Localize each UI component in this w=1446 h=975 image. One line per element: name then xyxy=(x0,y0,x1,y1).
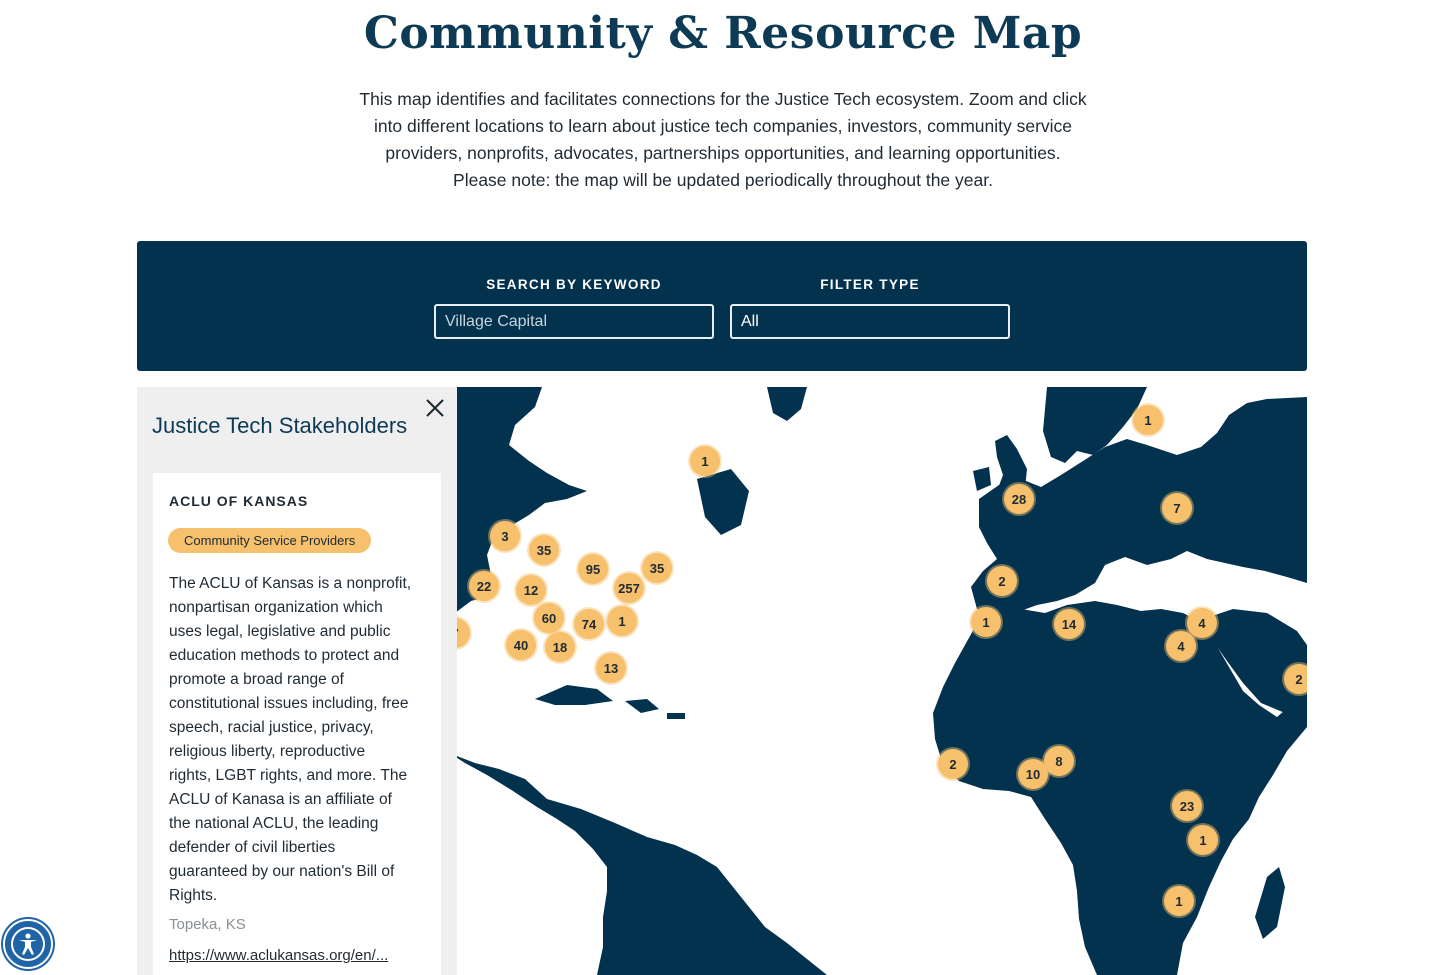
keyword-filter: SEARCH BY KEYWORD xyxy=(434,277,714,339)
map-cluster-marker[interactable]: 10 xyxy=(1018,759,1048,789)
description-line: nonpartisan organization which xyxy=(169,599,383,616)
type-filter: FILTER TYPE All xyxy=(730,277,1010,339)
stakeholder-card: ACLU OF KANSAS Community Service Provide… xyxy=(153,473,441,975)
filter-type-label: FILTER TYPE xyxy=(820,277,920,292)
stakeholder-location: Topeka, KS xyxy=(169,916,246,933)
description-line: ACLU of Kanasa is an affiliate of xyxy=(169,791,392,808)
close-button[interactable] xyxy=(424,397,446,419)
map-cluster-marker[interactable]: 14 xyxy=(1054,609,1084,639)
accessibility-icon[interactable] xyxy=(5,921,51,967)
map-cluster-marker[interactable]: 8 xyxy=(1044,746,1074,776)
map-cluster-marker[interactable]: 28 xyxy=(1004,484,1034,514)
map-cluster-marker[interactable]: 2 xyxy=(987,566,1017,596)
map-cluster-marker[interactable]: 95 xyxy=(578,554,608,584)
description-line: The ACLU of Kansas is a nonprofit, xyxy=(169,575,412,592)
sidebar-title: Justice Tech Stakeholders xyxy=(152,413,408,438)
intro-text: This map identifies and facilitates conn… xyxy=(333,86,1113,194)
page-title: Community & Resource Map xyxy=(363,8,1083,59)
map-cluster-marker[interactable]: 1 xyxy=(971,607,1001,637)
stakeholder-description: The ACLU of Kansas is a nonprofit, nonpa… xyxy=(169,572,427,908)
description-line: guaranteed by our nation's Bill of xyxy=(169,863,395,880)
map-cluster-marker[interactable]: 22 xyxy=(469,571,499,601)
description-line: constitutional issues including, free xyxy=(169,695,409,712)
map-cluster-marker[interactable]: 2 xyxy=(938,749,968,779)
map-cluster-marker[interactable]: 4 xyxy=(1187,608,1217,638)
map-cluster-marker[interactable]: 4 xyxy=(1166,631,1196,661)
map-cluster-marker[interactable]: 60 xyxy=(534,603,564,633)
map-cluster-marker[interactable]: 12 xyxy=(516,575,546,605)
map-cluster-marker[interactable]: 35 xyxy=(529,535,559,565)
filter-bar: SEARCH BY KEYWORD FILTER TYPE All xyxy=(137,241,1307,371)
map-cluster-marker[interactable]: 74 xyxy=(574,609,604,639)
intro-line: Please note: the map will be updated per… xyxy=(453,170,993,190)
intro-line: providers, nonprofits, advocates, partne… xyxy=(385,143,1061,163)
map-cluster-marker[interactable]: 1 xyxy=(1188,825,1218,855)
stakeholder-name: ACLU OF KANSAS xyxy=(169,493,309,509)
description-line: rights, LGBT rights, and more. The xyxy=(169,767,408,784)
stakeholder-website-link[interactable]: https://www.aclukansas.org/en/... xyxy=(169,947,419,964)
map-cluster-marker[interactable]: 23 xyxy=(1172,791,1202,821)
filter-type-select[interactable]: All xyxy=(730,304,1010,339)
map-cluster-marker[interactable]: 3 xyxy=(490,521,520,551)
map-cluster-marker[interactable]: 1 xyxy=(1133,405,1163,435)
map-cluster-marker[interactable]: 13 xyxy=(596,653,626,683)
description-line: religious liberty, reproductive xyxy=(169,743,366,760)
map-cluster-marker[interactable]: 18 xyxy=(545,632,575,662)
keyword-label: SEARCH BY KEYWORD xyxy=(486,277,662,292)
description-line: speech, racial justice, privacy, xyxy=(169,719,374,736)
intro-line: This map identifies and facilitates conn… xyxy=(359,89,1087,109)
description-line: Rights. xyxy=(169,887,218,904)
map-cluster-marker[interactable]: 257 xyxy=(614,573,644,603)
map-cluster-marker[interactable]: 1 xyxy=(690,446,720,476)
description-line: education methods to protect and xyxy=(169,647,400,664)
map-cluster-marker[interactable]: 1 xyxy=(607,606,637,636)
stakeholders-sidebar: Justice Tech Stakeholders ACLU OF KANSAS… xyxy=(137,387,457,975)
description-line: defender of civil liberties xyxy=(169,839,336,856)
map-cluster-marker[interactable]: 35 xyxy=(642,553,672,583)
keyword-search-input[interactable] xyxy=(434,304,714,339)
intro-line: into different locations to learn about … xyxy=(373,116,1073,136)
map-cluster-marker[interactable]: 40 xyxy=(506,630,536,660)
map-cluster-marker[interactable]: 1 xyxy=(1164,886,1194,916)
map[interactable]: 1335953522122576074140181371287211444228… xyxy=(137,387,1307,975)
map-cluster-marker[interactable]: 7 xyxy=(1162,493,1192,523)
description-line: the national ACLU, the leading xyxy=(169,815,379,832)
description-line: promote a broad range of xyxy=(169,671,344,688)
description-line: uses legal, legislative and public xyxy=(169,623,391,640)
close-icon[interactable] xyxy=(424,397,446,419)
accessibility-button[interactable] xyxy=(3,919,53,969)
category-badge: Community Service Providers xyxy=(168,528,372,553)
map-cluster-marker[interactable]: 2 xyxy=(1284,664,1307,694)
